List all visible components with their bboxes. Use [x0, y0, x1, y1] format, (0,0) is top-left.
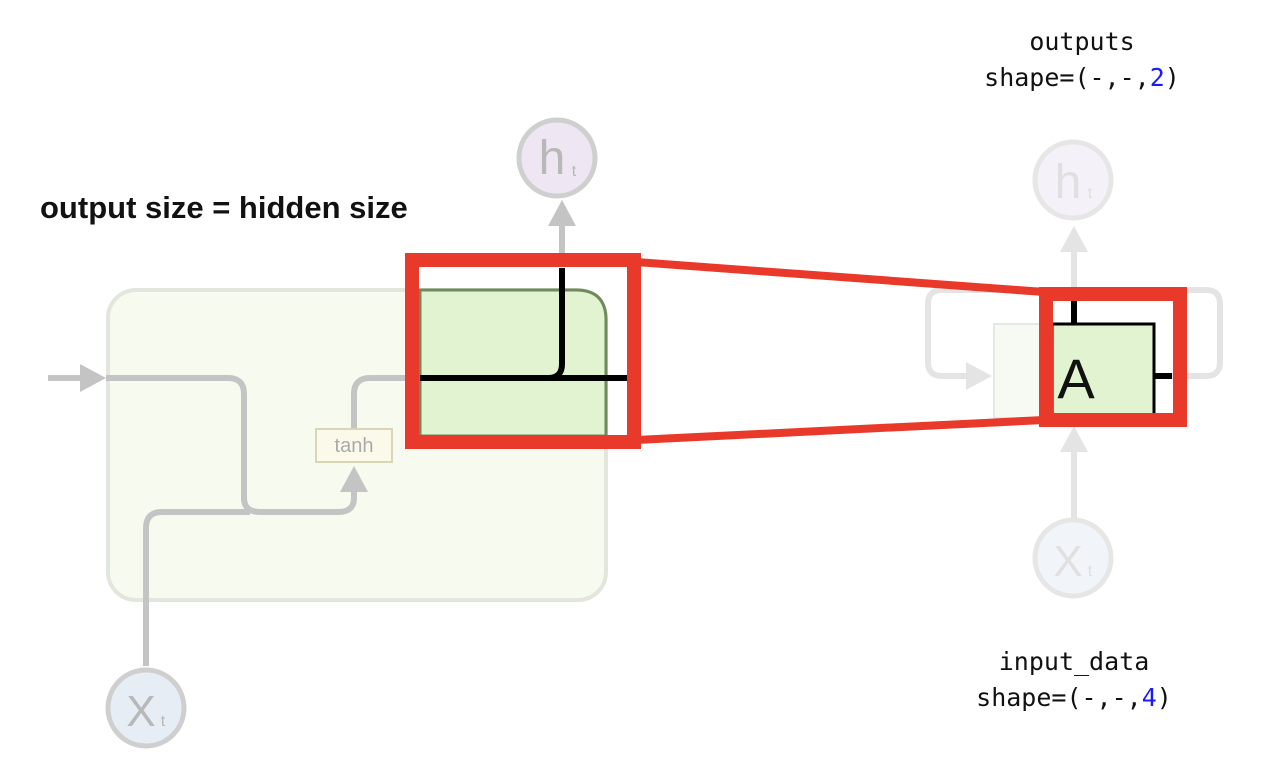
- outputs-label: outputs shape=(-,-,2): [962, 24, 1202, 96]
- hidden-in-arrow: [48, 364, 106, 392]
- outputs-shape: shape=(-,-,2): [984, 63, 1180, 92]
- xt-node-left: X t: [105, 667, 187, 749]
- svg-text:t: t: [1088, 563, 1093, 580]
- unit-a-label: A: [1057, 347, 1095, 410]
- svg-text:X: X: [126, 687, 155, 736]
- ht-node-left: h t: [516, 117, 598, 199]
- svg-text:t: t: [572, 163, 577, 180]
- cell-output-region: [418, 288, 608, 438]
- outputs-name: outputs: [1029, 27, 1135, 56]
- xt-node-right: X t: [1032, 517, 1114, 599]
- ht-node-right: h t: [1032, 139, 1114, 221]
- caption-text: output size = hidden size: [40, 190, 408, 225]
- unit-xt-arrow-head: [1060, 426, 1088, 452]
- svg-text:h: h: [539, 132, 566, 185]
- loop-arrow-head: [966, 362, 992, 390]
- svg-text:t: t: [161, 713, 166, 730]
- input-data-label: input_data shape=(-,-,4): [952, 644, 1196, 716]
- svg-text:t: t: [1088, 185, 1093, 202]
- svg-text:X: X: [1053, 537, 1082, 586]
- tanh-label: tanh: [335, 435, 374, 457]
- input-data-shape: shape=(-,-,4): [976, 683, 1172, 712]
- ht-arrow-head: [548, 200, 576, 226]
- unit-ht-arrow-head: [1060, 226, 1088, 252]
- input-data-name: input_data: [998, 647, 1150, 676]
- svg-text:h: h: [1055, 156, 1082, 209]
